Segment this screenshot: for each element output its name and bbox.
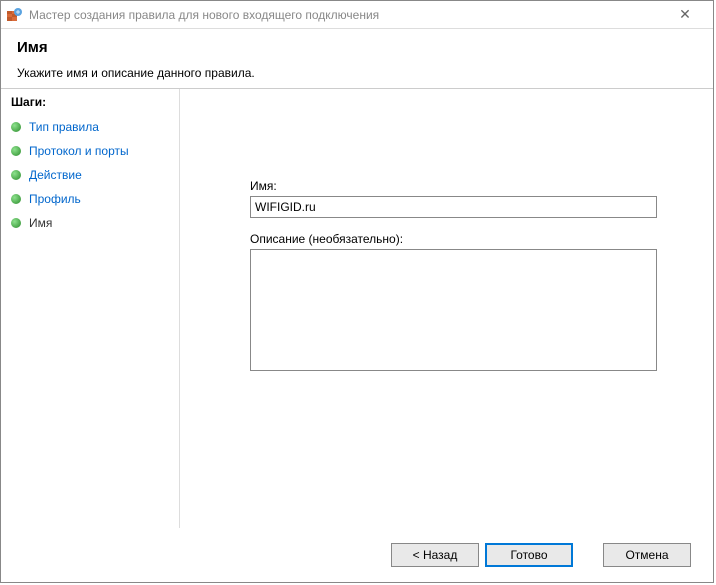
back-button[interactable]: < Назад [391,543,479,567]
step-label: Имя [29,216,52,230]
titlebar: Мастер создания правила для нового входя… [1,1,713,29]
step-bullet-icon [11,218,21,228]
close-icon[interactable]: ✕ [665,6,705,23]
page-title: Имя [17,39,697,56]
step-bullet-icon [11,146,21,156]
step-name[interactable]: Имя [1,211,179,235]
page-subtitle: Укажите имя и описание данного правила. [17,66,697,80]
steps-label: Шаги: [1,89,179,115]
firewall-icon [7,7,23,23]
step-label: Профиль [29,192,81,206]
finish-button[interactable]: Готово [485,543,573,567]
desc-label: Описание (необязательно): [250,232,657,246]
step-protocol-ports[interactable]: Протокол и порты [1,139,179,163]
step-bullet-icon [11,170,21,180]
step-bullet-icon [11,194,21,204]
cancel-button[interactable]: Отмена [603,543,691,567]
wizard-window: Мастер создания правила для нового входя… [0,0,714,583]
form-area: Имя: Описание (необязательно): [180,179,713,374]
name-field-group: Имя: [250,179,657,218]
step-rule-type[interactable]: Тип правила [1,115,179,139]
footer: < Назад Готово Отмена [1,528,713,582]
name-input[interactable] [250,196,657,218]
desc-input[interactable] [250,249,657,371]
step-label: Тип правила [29,120,99,134]
window-title: Мастер создания правила для нового входя… [29,8,665,22]
step-profile[interactable]: Профиль [1,187,179,211]
step-label: Протокол и порты [29,144,129,158]
body: Шаги: Тип правила Протокол и порты Дейст… [1,89,713,528]
step-bullet-icon [11,122,21,132]
sidebar: Шаги: Тип правила Протокол и порты Дейст… [1,89,179,528]
step-action[interactable]: Действие [1,163,179,187]
desc-field-group: Описание (необязательно): [250,232,657,374]
name-label: Имя: [250,179,657,193]
step-label: Действие [29,168,82,182]
main-area: Имя: Описание (необязательно): [179,89,713,528]
header: Имя Укажите имя и описание данного прави… [1,29,713,89]
